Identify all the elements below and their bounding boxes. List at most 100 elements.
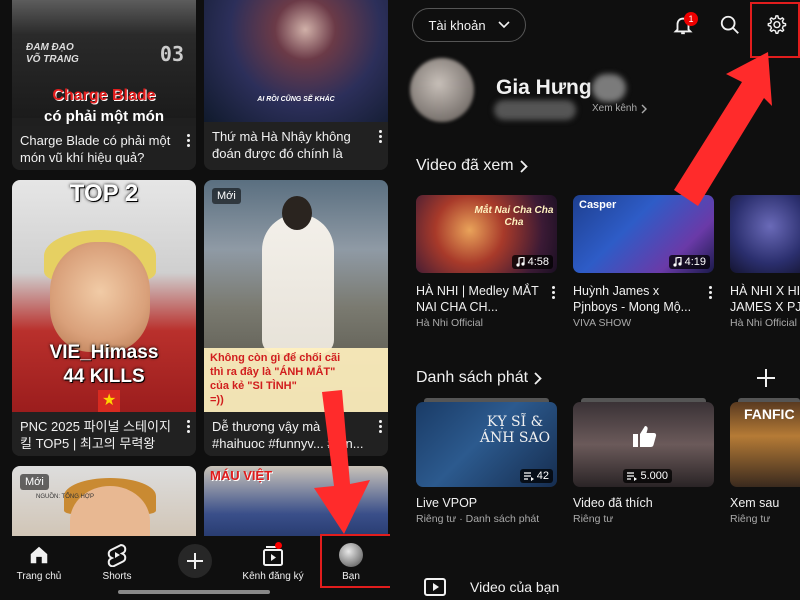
count-label: 42 [536, 470, 549, 482]
home-indicator [118, 590, 270, 594]
duration-label: 4:19 [684, 256, 706, 268]
history-section-header[interactable]: Video đã xem [416, 157, 528, 175]
playlist-title[interactable]: Xem sau [730, 496, 779, 510]
nav-shorts[interactable]: Shorts [78, 542, 156, 582]
chevron-right-icon [641, 104, 648, 113]
blurred-handle [494, 100, 576, 120]
thumb-caption-line: thì ra đây là "ÁNH MẮT" [210, 366, 336, 378]
video-channel: Hà Nhi Official [416, 317, 483, 329]
playlists-section-header[interactable]: Danh sách phát [416, 369, 542, 387]
highlight-box-you-tab [320, 534, 390, 588]
short-card[interactable]: TOP 2 VIE_Himass 44 KILLS PNC 2025 파이널 스… [12, 180, 196, 456]
short-card[interactable]: AI RỒI CŨNG SẼ KHÁC Thứ mà Hà Nhậy không… [204, 0, 388, 170]
home-icon [30, 546, 48, 564]
short-thumbnail[interactable]: Mới NGUỒN: TỔNG HỢP [12, 466, 196, 546]
red-arrow-annotation [314, 390, 370, 534]
duration-label: 4:58 [527, 256, 549, 268]
playlist-count: 42 [519, 469, 553, 483]
thumb-person-shape [262, 214, 334, 354]
more-options-icon[interactable] [708, 286, 712, 300]
playlist-count: 5.000 [623, 469, 672, 483]
notifications-button[interactable]: 1 [668, 10, 698, 40]
video-title[interactable]: HÀ NHI | Medley MẮT NAI CHA CH... [416, 283, 546, 315]
more-options-icon[interactable] [186, 134, 190, 148]
short-title: Charge Blade có phải một món vũ khí hiệu… [20, 133, 171, 165]
playlist-subtitle: Riêng tư · Danh sách phát [416, 513, 540, 525]
new-content-dot [275, 542, 282, 549]
short-thumbnail[interactable]: TOP 2 VIE_Himass 44 KILLS [12, 180, 196, 412]
video-title[interactable]: HÀ NHI X HI JAMES X PJ [730, 283, 800, 315]
playlists-title: Danh sách phát [416, 369, 529, 386]
view-channel-label: Xem kênh [592, 103, 638, 114]
thumb-number: 03 [159, 42, 184, 66]
thumb-tag: VÕ TRANG [26, 54, 79, 65]
short-title: PNC 2025 파이널 스테이지 킬 TOP5 | 최고의 무력왕은? [20, 419, 171, 451]
profile-avatar[interactable] [410, 58, 474, 122]
play-video-icon [424, 578, 446, 596]
new-badge: Mới [20, 474, 49, 490]
nav-subscriptions[interactable]: Kênh đăng ký [234, 542, 312, 582]
chevron-right-icon [534, 371, 542, 385]
short-title: Thứ mà Hà Nhậy không đoán được đó chính … [212, 129, 351, 161]
thumb-player-name: VIE_Himass [49, 342, 159, 363]
short-thumbnail[interactable]: AI RỒI CŨNG SẼ KHÁC [204, 0, 388, 122]
thumb-head-shape [282, 196, 312, 230]
short-card[interactable]: ĐAM ĐẠO VÕ TRANG 03 Charge Blade có phải … [12, 0, 196, 170]
search-button[interactable] [715, 10, 745, 40]
your-videos-label: Video của bạn [470, 579, 560, 595]
thumb-overlay-text: AI RỒI CŨNG SẼ KHÁC [257, 96, 335, 103]
new-badge: Mới [212, 188, 241, 204]
add-playlist-icon[interactable] [754, 366, 778, 390]
video-thumbnail[interactable]: Mắt Nai Cha Cha Cha 4:58 [416, 195, 557, 273]
short-thumbnail[interactable]: ĐAM ĐẠO VÕ TRANG 03 Charge Blade có phải … [12, 0, 196, 125]
thumb-caption-line: Không còn gì để chối cãi [210, 352, 341, 364]
chevron-down-icon [497, 21, 510, 29]
playlist-title[interactable]: Live VPOP [416, 496, 477, 510]
playlist-icon [627, 471, 638, 481]
thumb-kills: 44 KILLS [63, 366, 145, 387]
nav-label: Kênh đăng ký [242, 571, 304, 582]
short-thumbnail[interactable]: Mới Không còn gì để chối cãi thì ra đây … [204, 180, 388, 412]
video-title[interactable]: Huỳnh James x Pjnboys - Mong Mộ... [573, 283, 703, 315]
music-note-icon [672, 257, 682, 267]
blurred-name-part [592, 74, 626, 102]
nav-label: Trang chủ [16, 571, 62, 582]
your-videos-row[interactable]: Video của bạn [424, 578, 559, 596]
vietnam-flag-icon [98, 390, 120, 412]
account-switcher-button[interactable]: Tài khoản [412, 8, 526, 42]
red-arrow-annotation [674, 52, 772, 206]
short-card[interactable]: Mới NGUỒN: TỔNG HỢP [12, 466, 196, 546]
playlist-thumbnail[interactable]: KỴ SĨ & ÁNH SAO 42 [416, 402, 557, 487]
playlist-thumbnail[interactable]: 5.000 [573, 402, 714, 487]
playlist-subtitle: Riêng tư [730, 513, 771, 525]
thumb-tag: ĐAM ĐẠO [26, 42, 74, 53]
profile-name: Gia Hưng [496, 76, 592, 99]
video-duration: 4:58 [511, 255, 553, 269]
thumb-rank: TOP 2 [69, 180, 139, 207]
nav-home[interactable]: Trang chủ [0, 542, 78, 582]
video-duration: 4:19 [668, 255, 710, 269]
playlist-thumbnail[interactable]: FANFIC [730, 402, 800, 487]
thumb-overlay-text: Mắt Nai Cha Cha Cha [474, 205, 554, 228]
chevron-right-icon [519, 159, 528, 173]
shorts-icon [107, 543, 127, 567]
thumb-face-shape [50, 242, 150, 352]
more-options-icon[interactable] [186, 420, 190, 434]
more-options-icon[interactable] [378, 130, 382, 144]
create-plus-icon [178, 544, 212, 578]
nav-create[interactable] [156, 542, 234, 578]
more-options-icon[interactable] [551, 286, 555, 300]
video-channel: Hà Nhi Official [730, 317, 797, 329]
thumb-overlay-text: Casper [579, 199, 617, 211]
count-label: 5.000 [640, 470, 668, 482]
thumb-overlay-text: KỴ SĨ & ÁNH SAO [479, 414, 551, 446]
playlist-icon [523, 471, 534, 481]
playlist-title[interactable]: Video đã thích [573, 496, 653, 510]
thumb-overlay-text: FANFIC [744, 406, 795, 422]
view-channel-link[interactable]: Xem kênh [592, 103, 648, 114]
thumb-source: NGUỒN: TỔNG HỢP [36, 494, 95, 500]
playlist-subtitle: Riêng tư [573, 513, 614, 525]
search-icon [720, 15, 739, 34]
short-caption: Thứ mà Hà Nhậy không đoán được đó chính … [204, 122, 388, 170]
short-caption: Charge Blade có phải một món vũ khí hiệu… [12, 126, 196, 170]
